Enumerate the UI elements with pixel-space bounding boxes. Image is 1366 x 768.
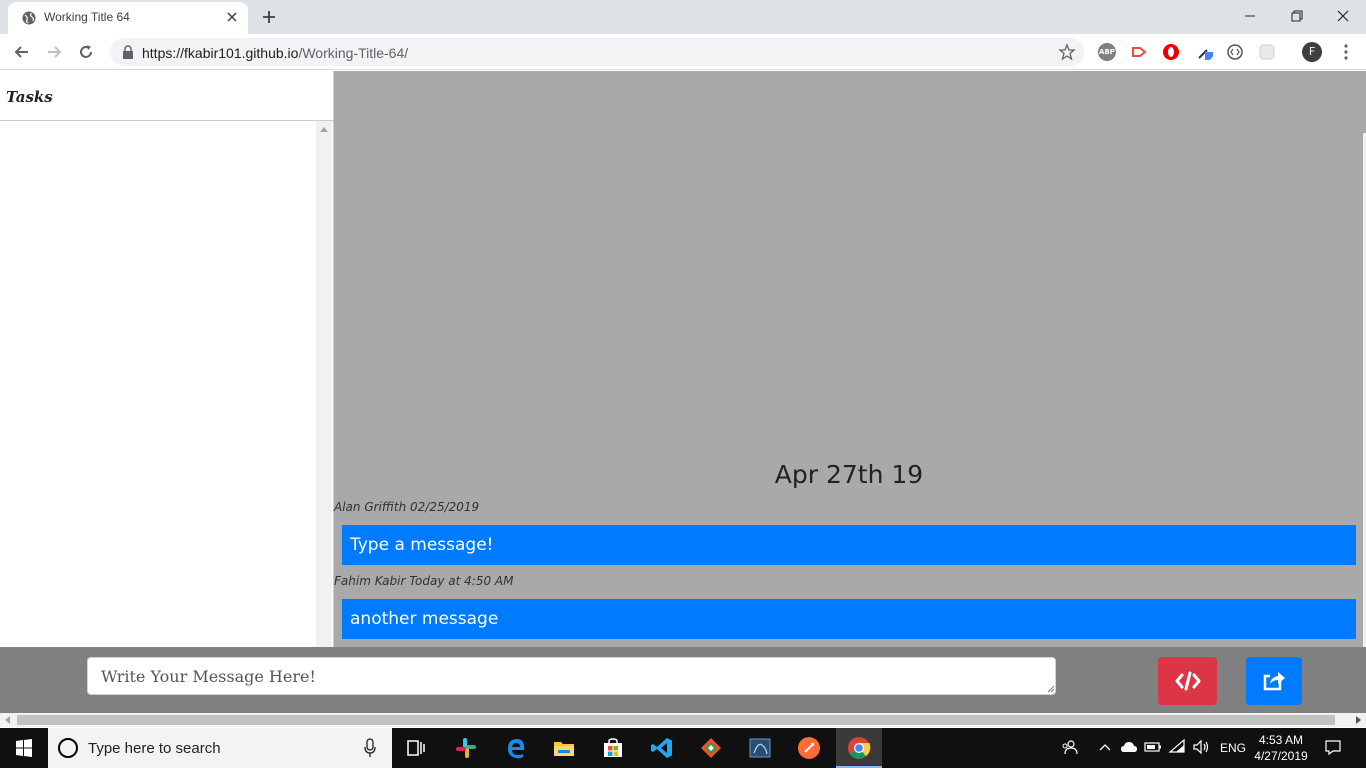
sidebar-scrollbar[interactable] bbox=[316, 121, 332, 647]
profile-avatar[interactable]: F bbox=[1302, 42, 1322, 62]
lock-icon bbox=[123, 45, 133, 59]
url-path: /Working-Title-64/ bbox=[298, 45, 409, 61]
horizontal-scrollbar[interactable] bbox=[0, 713, 1366, 727]
code-snippet-button[interactable] bbox=[1158, 657, 1217, 705]
sidebar-title: Tasks bbox=[6, 88, 53, 106]
code-icon bbox=[1175, 671, 1200, 691]
windows-taskbar: Type here to search ENG 4:53 AM 4/27/201… bbox=[0, 728, 1366, 768]
onedrive-cloud-icon[interactable] bbox=[1120, 738, 1138, 756]
wifi-icon[interactable] bbox=[1168, 738, 1186, 756]
url-text: https://fkabir101.github.io/Working-Titl… bbox=[142, 45, 408, 61]
forward-icon[interactable] bbox=[44, 42, 64, 62]
sidebar-header: Tasks bbox=[0, 71, 333, 121]
windows-start-icon[interactable] bbox=[0, 728, 48, 768]
url-host: https://fkabir101.github.io bbox=[142, 45, 299, 61]
chat-panel: Apr 27th 19 Alan Griffith 02/25/2019 Typ… bbox=[334, 71, 1366, 647]
show-hidden-icons-icon[interactable] bbox=[1096, 738, 1114, 756]
scroll-right-arrow-icon[interactable] bbox=[1356, 716, 1361, 724]
globe-icon bbox=[22, 11, 36, 25]
tab-title: Working Title 64 bbox=[44, 10, 130, 24]
battery-icon[interactable] bbox=[1144, 738, 1162, 756]
people-icon[interactable] bbox=[1060, 738, 1078, 756]
taskbar-search-placeholder: Type here to search bbox=[88, 740, 221, 757]
close-tab-icon[interactable] bbox=[224, 9, 240, 25]
opera-vpn-icon[interactable] bbox=[1162, 43, 1180, 61]
browser-tabstrip: Working Title 64 bbox=[0, 0, 1366, 34]
message-input[interactable]: Write Your Message Here! bbox=[87, 657, 1056, 695]
chrome-menu-icon[interactable] bbox=[1336, 42, 1356, 62]
microsoft-store-icon[interactable] bbox=[601, 736, 625, 760]
task-view-icon[interactable] bbox=[404, 736, 428, 760]
tasks-sidebar: Tasks bbox=[0, 71, 334, 647]
close-window-icon[interactable] bbox=[1333, 6, 1353, 26]
message-bubble: another message bbox=[342, 599, 1356, 639]
vscode-icon[interactable] bbox=[650, 736, 674, 760]
adblock-plus-icon[interactable]: ABP bbox=[1098, 43, 1116, 61]
resize-grip-icon[interactable] bbox=[1046, 684, 1055, 693]
message-meta: Fahim Kabir Today at 4:50 AM bbox=[334, 574, 514, 588]
code-extension-icon[interactable] bbox=[1226, 43, 1244, 61]
scrollbar-thumb[interactable] bbox=[17, 715, 1335, 725]
postman-icon[interactable] bbox=[797, 736, 821, 760]
new-tab-icon[interactable] bbox=[260, 8, 278, 26]
date-separator: Apr 27th 19 bbox=[774, 460, 924, 489]
taskbar-clock[interactable]: 4:53 AM 4/27/2019 bbox=[1250, 732, 1312, 764]
microphone-icon[interactable] bbox=[364, 738, 376, 758]
browser-toolbar: https://fkabir101.github.io/Working-Titl… bbox=[0, 34, 1366, 70]
address-bar[interactable]: https://fkabir101.github.io/Working-Titl… bbox=[110, 38, 1084, 66]
scroll-up-arrow-icon[interactable] bbox=[320, 127, 328, 132]
gitkraken-icon[interactable] bbox=[699, 736, 723, 760]
chrome-icon bbox=[848, 737, 871, 759]
share-icon bbox=[1263, 672, 1285, 691]
page-content: Tasks Apr 27th 19 Alan Griffith 02/25/20… bbox=[0, 71, 1366, 713]
volume-icon[interactable] bbox=[1192, 738, 1210, 756]
browser-tab[interactable]: Working Title 64 bbox=[8, 2, 248, 34]
abp-label: ABP bbox=[1099, 48, 1115, 56]
minimize-icon[interactable] bbox=[1240, 6, 1260, 26]
eyedropper-icon[interactable] bbox=[1196, 43, 1214, 61]
action-center-icon[interactable] bbox=[1324, 738, 1342, 756]
scroll-left-arrow-icon[interactable] bbox=[5, 716, 10, 724]
message-composer: Write Your Message Here! bbox=[0, 647, 1366, 713]
clock-date: 4/27/2019 bbox=[1254, 749, 1308, 763]
language-indicator[interactable]: ENG bbox=[1220, 741, 1246, 755]
extension-grid-icon[interactable] bbox=[1258, 43, 1276, 61]
cortana-icon bbox=[58, 738, 78, 758]
taskbar-search[interactable]: Type here to search bbox=[48, 728, 392, 768]
message-bubble: Type a message! bbox=[342, 525, 1356, 565]
message-meta: Alan Griffith 02/25/2019 bbox=[334, 500, 480, 514]
reload-icon[interactable] bbox=[76, 42, 96, 62]
clock-time: 4:53 AM bbox=[1258, 733, 1304, 747]
slack-icon[interactable] bbox=[454, 736, 478, 760]
bookmark-star-icon[interactable] bbox=[1058, 43, 1076, 61]
restore-icon[interactable] bbox=[1287, 6, 1307, 26]
extension-arrow-icon[interactable] bbox=[1130, 43, 1148, 61]
taskbar-active-app[interactable] bbox=[836, 728, 882, 768]
edge-browser-icon[interactable] bbox=[504, 736, 528, 760]
send-message-button[interactable] bbox=[1246, 657, 1302, 705]
file-explorer-icon[interactable] bbox=[552, 736, 576, 760]
mysql-workbench-icon[interactable] bbox=[748, 736, 772, 760]
back-icon[interactable] bbox=[12, 42, 32, 62]
